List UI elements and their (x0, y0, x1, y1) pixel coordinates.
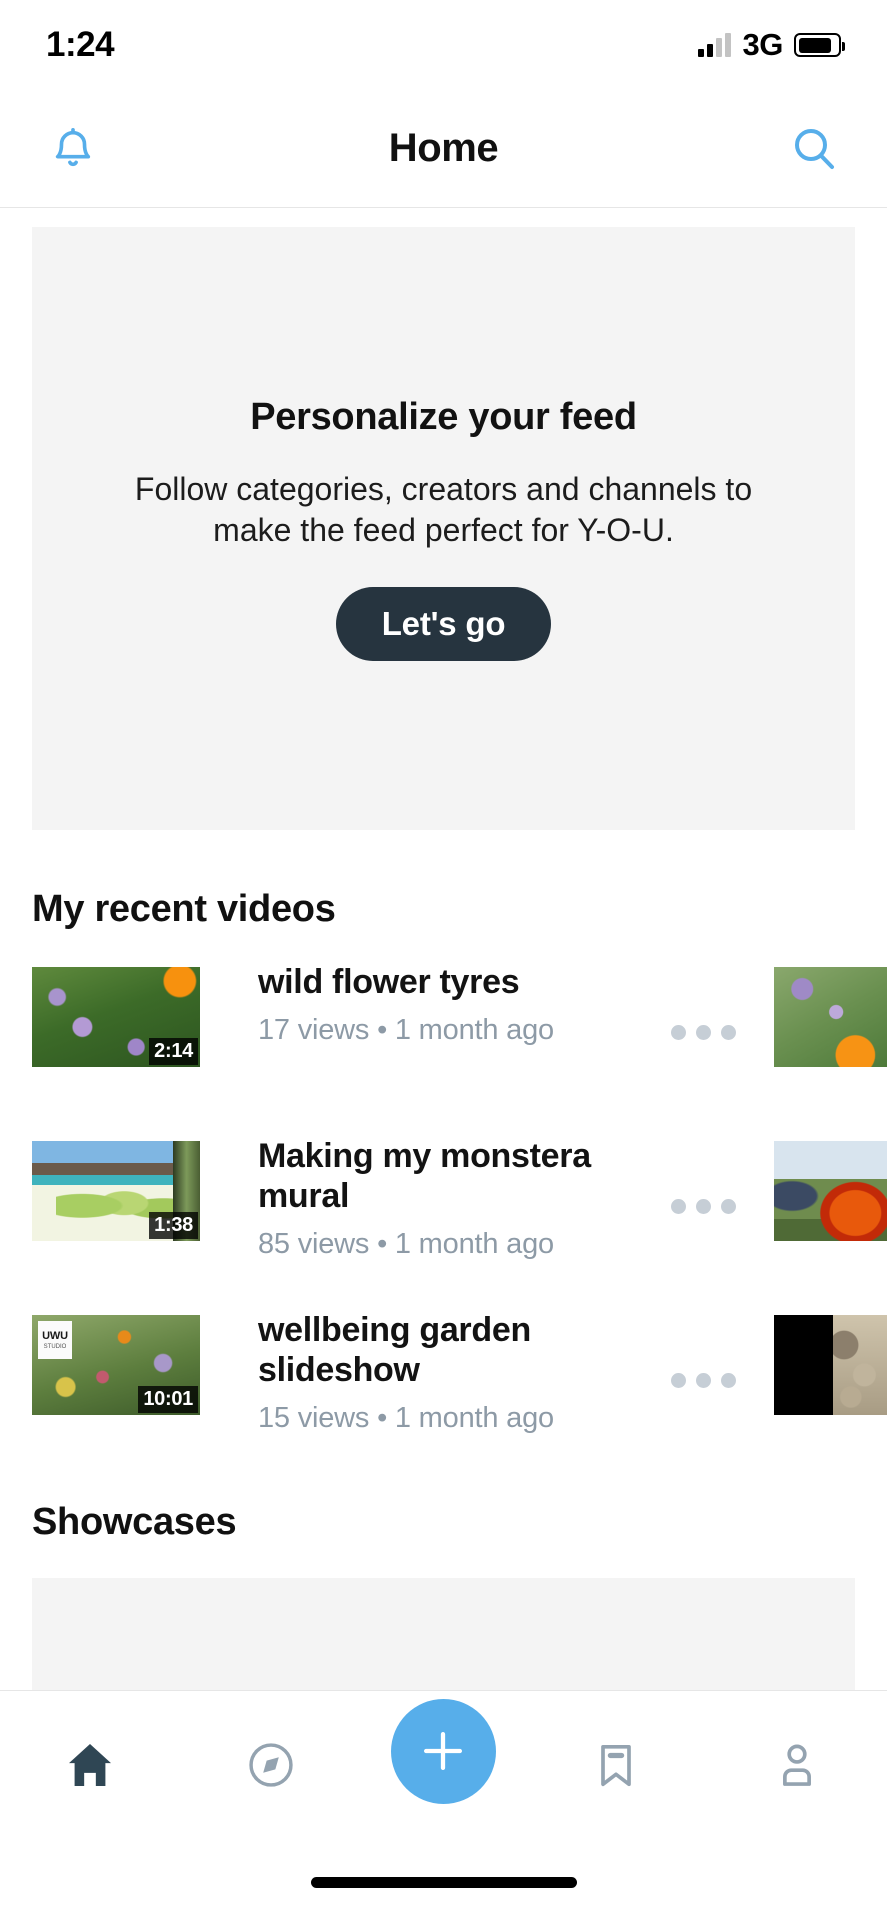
plus-icon (424, 1731, 463, 1771)
tab-items-row (0, 1691, 887, 1839)
more-options-icon (671, 1199, 686, 1214)
video-thumbnail[interactable]: UWU STUDIO 10:01 (32, 1315, 200, 1415)
home-icon (69, 1744, 112, 1786)
app-header: Home (0, 90, 887, 208)
video-title: wild flower tyres (258, 963, 520, 1001)
lets-go-button[interactable]: Let's go (335, 586, 552, 661)
person-icon (782, 1744, 811, 1786)
cellular-signal-icon (698, 33, 732, 57)
video-list-item[interactable]: 2:14 wild flower tyres 17 views • 1 mont… (0, 963, 887, 1095)
video-duration-badge: 2:14 (149, 1038, 198, 1065)
bottom-navigation-bar (0, 1690, 887, 1920)
notifications-button[interactable] (42, 118, 104, 180)
tab-explore[interactable] (211, 1705, 331, 1825)
tab-profile[interactable] (737, 1705, 857, 1825)
video-more-options-button[interactable] (667, 1189, 740, 1224)
video-meta: 15 views • 1 month ago (258, 1401, 554, 1434)
next-video-thumbnail-peek[interactable] (774, 1315, 887, 1415)
main-content[interactable]: Personalize your feed Follow categories,… (0, 208, 887, 1698)
create-button[interactable] (390, 1698, 496, 1804)
search-button[interactable] (783, 118, 845, 180)
video-duration-badge: 10:01 (138, 1386, 198, 1413)
video-info: wild flower tyres 17 views • 1 month ago (258, 963, 648, 1047)
showcases-heading: Showcases (32, 1501, 237, 1543)
video-list-item[interactable]: UWU STUDIO 10:01 wellbeing garden slides… (0, 1311, 887, 1443)
video-title: wellbeing garden slideshow (258, 1311, 531, 1389)
more-options-icon (671, 1373, 686, 1388)
video-duration-badge: 1:38 (149, 1212, 198, 1239)
more-options-icon (671, 1025, 686, 1040)
video-meta: 17 views • 1 month ago (258, 1013, 554, 1046)
tab-library[interactable] (556, 1705, 676, 1825)
recent-videos-list: 2:14 wild flower tyres 17 views • 1 mont… (0, 963, 887, 1443)
search-icon (794, 128, 834, 169)
next-video-thumbnail-peek[interactable] (774, 1141, 887, 1241)
personalize-feed-card: Personalize your feed Follow categories,… (32, 227, 855, 830)
status-bar-time: 1:24 (46, 25, 115, 64)
thumbnail-image (774, 967, 887, 1067)
home-indicator (310, 1877, 577, 1888)
battery-icon (794, 33, 845, 57)
personalize-card-subtitle: Follow categories, creators and channels… (134, 471, 753, 548)
thumbnail-image (774, 1315, 887, 1415)
next-video-thumbnail-peek[interactable] (774, 967, 887, 1067)
bookmark-icon (601, 1744, 632, 1787)
status-bar-indicators: 3G (698, 27, 845, 63)
video-more-options-button[interactable] (667, 1015, 740, 1050)
app-screen: 1:24 3G Home Personalize your feed Follo… (0, 0, 887, 1920)
showcases-placeholder (32, 1578, 855, 1698)
video-info: wellbeing garden slideshow 15 views • 1 … (258, 1311, 648, 1435)
personalize-card-title: Personalize your feed (250, 396, 637, 439)
video-title: Making my monstera mural (258, 1137, 591, 1215)
video-meta: 85 views • 1 month ago (258, 1227, 554, 1260)
thumbnail-image (774, 1141, 887, 1241)
compass-icon (248, 1743, 293, 1787)
page-title: Home (388, 126, 499, 170)
channel-watermark-subtext: STUDIO (43, 1343, 67, 1350)
channel-watermark: UWU STUDIO (38, 1321, 72, 1359)
video-thumbnail[interactable]: 2:14 (32, 967, 200, 1067)
status-bar: 1:24 3G (0, 0, 887, 90)
tab-home[interactable] (30, 1705, 150, 1825)
recent-videos-heading: My recent videos (32, 888, 336, 930)
network-type-label: 3G (742, 27, 783, 62)
video-thumbnail[interactable]: 1:38 (32, 1141, 200, 1241)
video-list-item[interactable]: 1:38 Making my monstera mural 85 views •… (0, 1137, 887, 1269)
bell-icon (55, 127, 91, 166)
video-info: Making my monstera mural 85 views • 1 mo… (258, 1137, 648, 1261)
channel-watermark-text: UWU (42, 1329, 68, 1342)
video-more-options-button[interactable] (667, 1363, 740, 1398)
